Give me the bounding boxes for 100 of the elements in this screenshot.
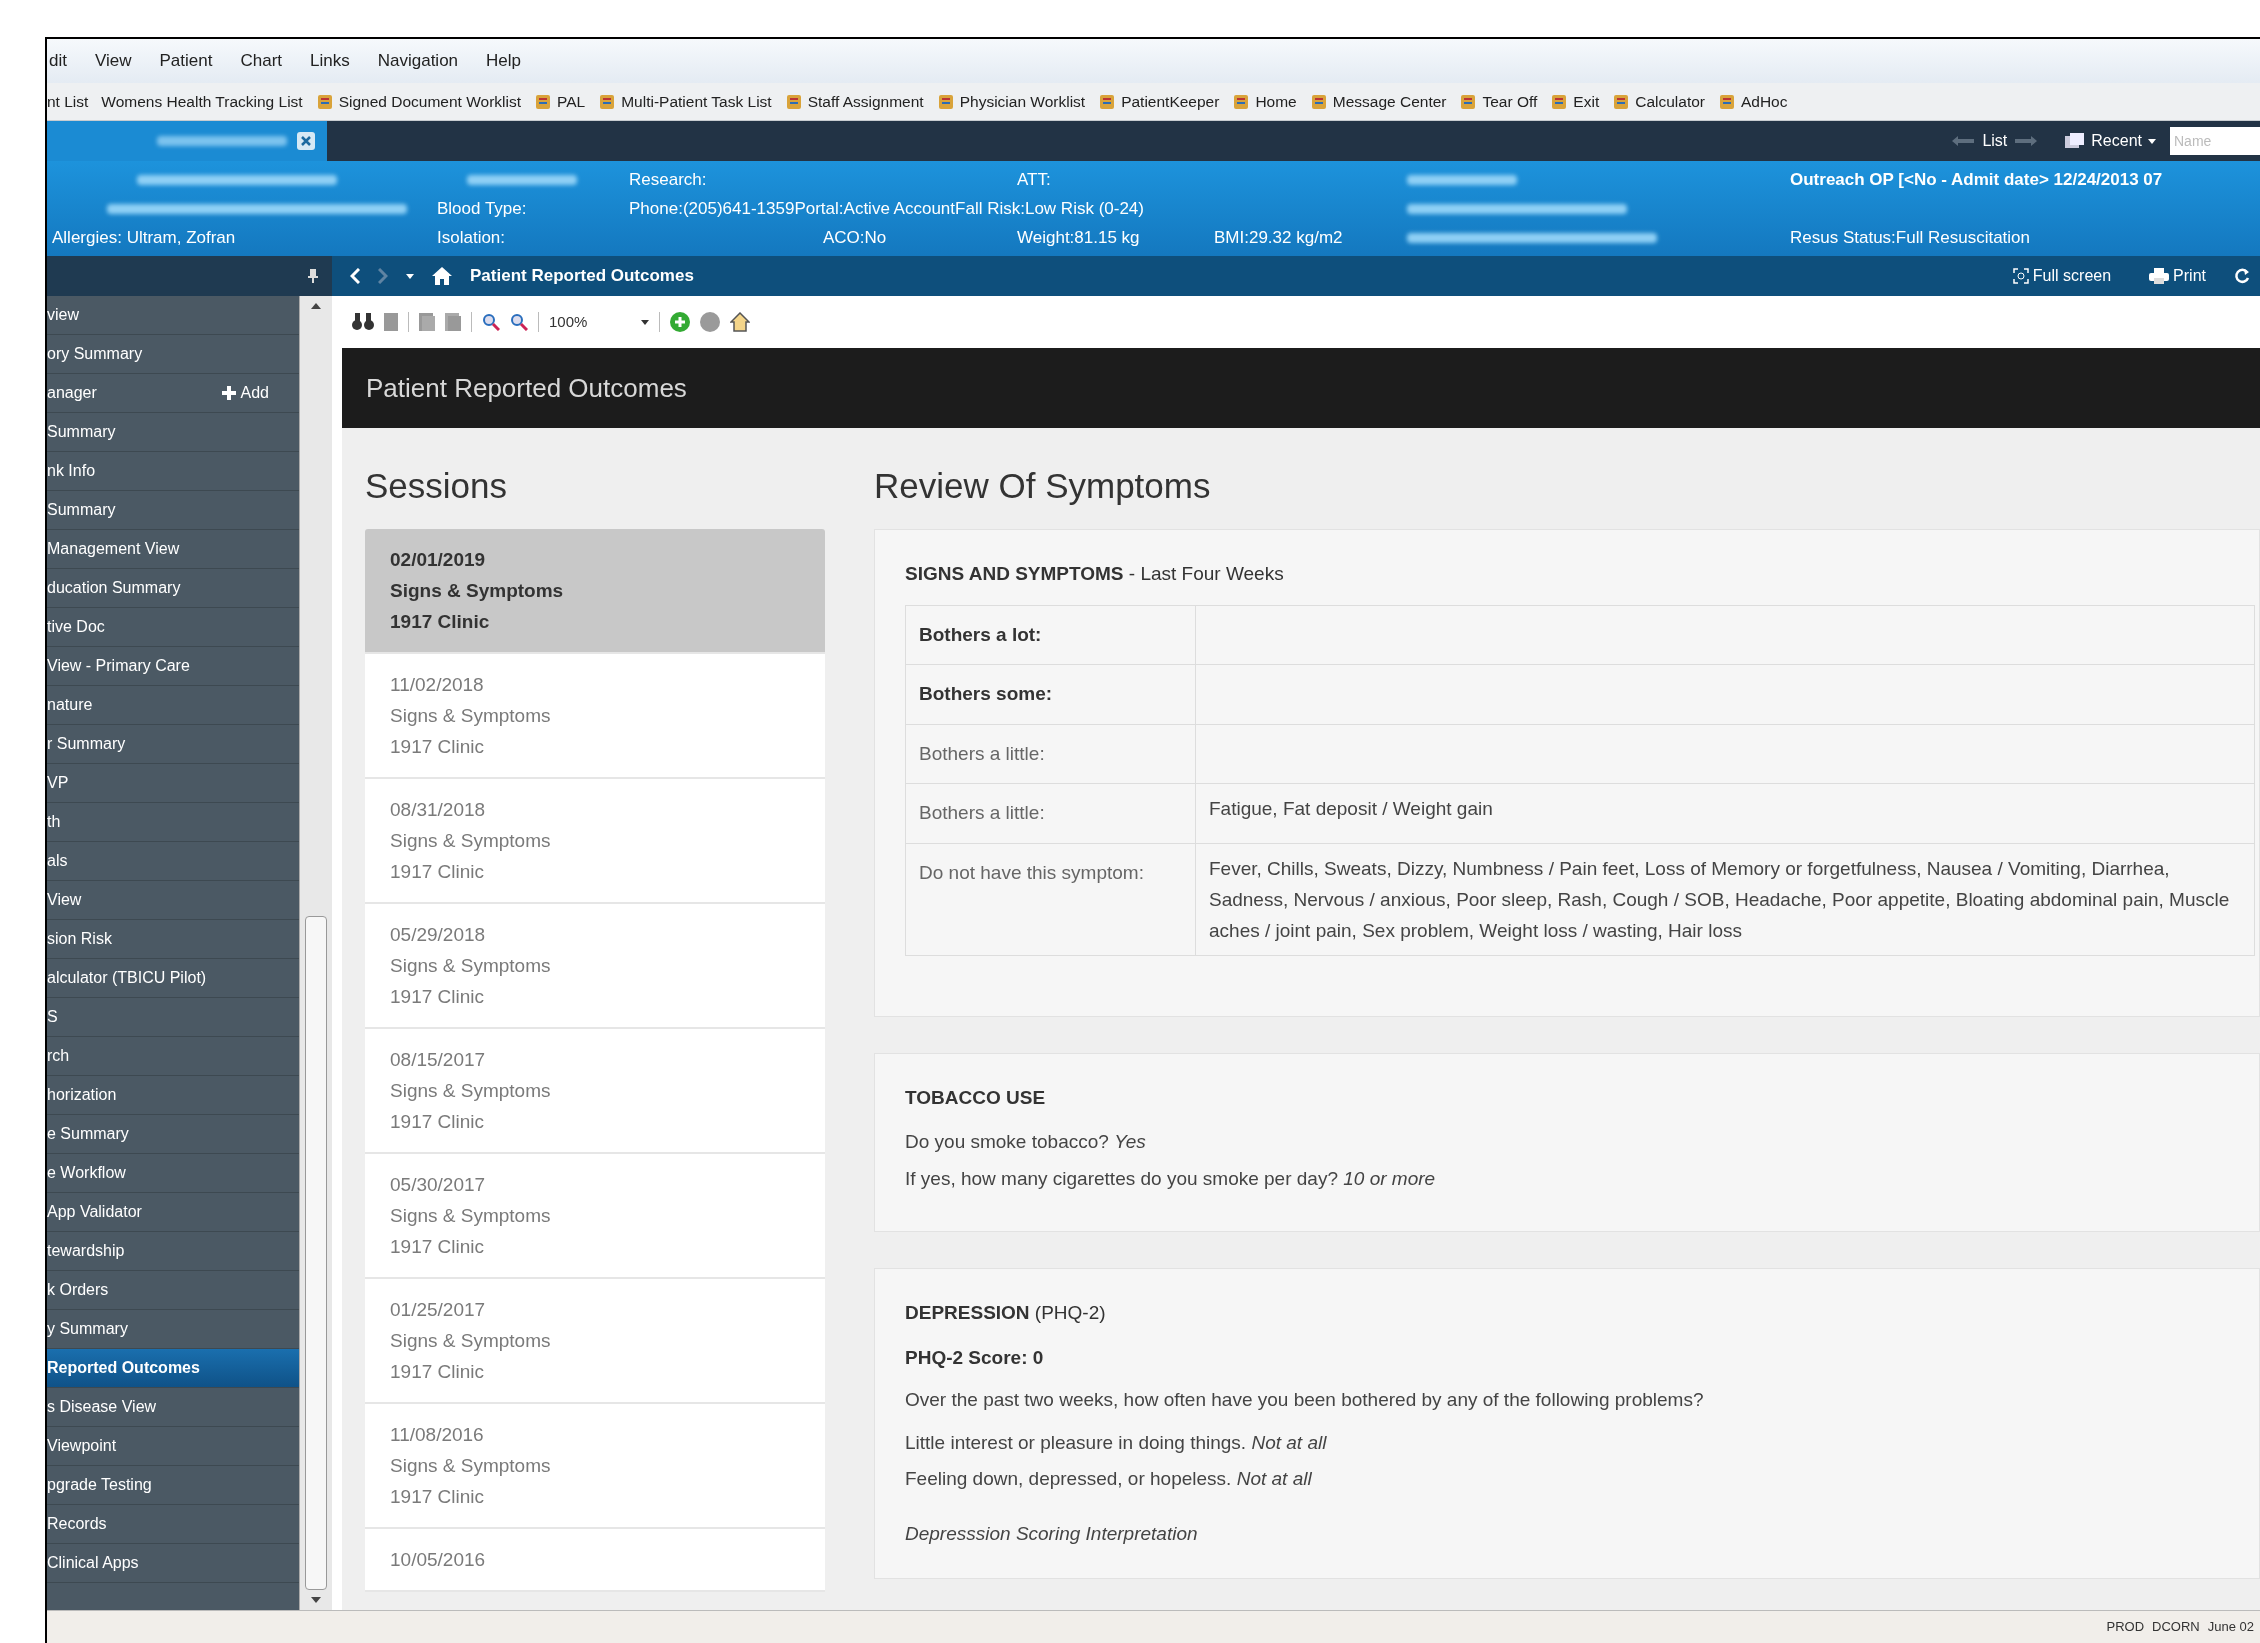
sidebar-item[interactable]: App Validator bbox=[47, 1200, 289, 1224]
folders-icon[interactable] bbox=[2065, 133, 2086, 149]
refresh-icon[interactable] bbox=[2234, 268, 2250, 284]
sidebar-item[interactable]: nk Info bbox=[47, 459, 289, 483]
sidebar-item[interactable]: Viewpoint bbox=[47, 1434, 289, 1458]
toolbar-link[interactable]: Tear Off bbox=[1482, 89, 1538, 114]
toolbar-link[interactable]: nt List bbox=[47, 89, 89, 114]
session-item[interactable]: 01/25/2017 Signs & Symptoms 1917 Clinic bbox=[365, 1279, 825, 1404]
toolbar-link[interactable]: Multi-Patient Task List bbox=[621, 89, 772, 114]
toolbar-link[interactable]: Signed Document Worklist bbox=[338, 89, 521, 114]
menu-item[interactable]: Navigation bbox=[377, 48, 459, 74]
house-icon[interactable] bbox=[730, 312, 750, 332]
document-icon[interactable] bbox=[1612, 92, 1631, 111]
sidebar-item[interactable]: View bbox=[47, 888, 289, 912]
sidebar-item[interactable]: view bbox=[47, 303, 289, 327]
sidebar-item[interactable]: alculator (TBICU Pilot) bbox=[47, 966, 289, 990]
recent-button[interactable]: Recent bbox=[2091, 129, 2142, 153]
toolbar-link[interactable]: Staff Assignment bbox=[807, 89, 924, 114]
toolbar-link[interactable]: Womens Health Tracking List bbox=[101, 89, 303, 114]
sidebar-item[interactable]: tive Doc bbox=[47, 615, 289, 639]
circle-icon[interactable] bbox=[700, 312, 720, 332]
document-icon[interactable] bbox=[1098, 92, 1117, 111]
scroll-up-icon[interactable] bbox=[311, 303, 321, 309]
menu-item[interactable]: dit bbox=[49, 48, 67, 74]
session-item[interactable]: 08/31/2018 Signs & Symptoms 1917 Clinic bbox=[365, 779, 825, 904]
sidebar-item[interactable]: sion Risk bbox=[47, 927, 289, 951]
sidebar-item[interactable]: pgrade Testing bbox=[47, 1473, 289, 1497]
zoom-out-icon[interactable] bbox=[482, 313, 500, 331]
sidebar-item[interactable]: Clinical Apps bbox=[47, 1551, 289, 1575]
scroll-down-icon[interactable] bbox=[311, 1597, 321, 1603]
document-icon[interactable] bbox=[784, 92, 803, 111]
full-screen-button[interactable]: Full screen bbox=[2012, 264, 2112, 288]
sidebar-item[interactable]: View - Primary Care bbox=[47, 654, 289, 678]
print-button[interactable]: Print bbox=[2149, 264, 2206, 288]
pin-icon[interactable] bbox=[308, 269, 318, 283]
menu-item[interactable]: Help bbox=[486, 48, 521, 74]
sidebar-item[interactable]: s Disease View bbox=[47, 1395, 289, 1419]
name-search-field[interactable]: Name bbox=[2170, 127, 2260, 155]
document-icon[interactable] bbox=[1459, 92, 1478, 111]
back-arrow-icon[interactable] bbox=[1952, 136, 1975, 146]
session-item[interactable]: 10/05/2016 bbox=[365, 1529, 825, 1592]
add-button[interactable]: Add bbox=[221, 381, 269, 405]
document-icon[interactable] bbox=[1717, 92, 1736, 111]
document-icon[interactable] bbox=[1550, 92, 1569, 111]
scrollbar-thumb[interactable] bbox=[305, 916, 327, 1590]
sidebar-item[interactable]: horization bbox=[47, 1083, 289, 1107]
session-item[interactable]: 05/30/2017 Signs & Symptoms 1917 Clinic bbox=[365, 1154, 825, 1279]
session-item[interactable]: 05/29/2018 Signs & Symptoms 1917 Clinic bbox=[365, 904, 825, 1029]
document-icon[interactable] bbox=[598, 92, 617, 111]
toolbar-link[interactable]: Message Center bbox=[1332, 89, 1447, 114]
sidebar-item[interactable]: e Summary bbox=[47, 1122, 289, 1146]
session-item[interactable]: 08/15/2017 Signs & Symptoms 1917 Clinic bbox=[365, 1029, 825, 1154]
sidebar-item[interactable]: als bbox=[47, 849, 289, 873]
scrollbar[interactable] bbox=[299, 296, 332, 1610]
sidebar-item[interactable]: S bbox=[47, 1005, 289, 1029]
document-icon[interactable] bbox=[1232, 92, 1251, 111]
caret-down-icon[interactable] bbox=[2148, 138, 2156, 144]
document-icon[interactable] bbox=[534, 92, 552, 111]
menu-item[interactable]: Links bbox=[310, 48, 350, 74]
sidebar-item[interactable]: rch bbox=[47, 1044, 289, 1068]
session-item[interactable]: 11/08/2016 Signs & Symptoms 1917 Clinic bbox=[365, 1404, 825, 1529]
toolbar-link[interactable]: PAL bbox=[557, 89, 586, 114]
toolbar-link[interactable]: Physician Worklist bbox=[959, 89, 1086, 114]
caret-down-icon[interactable] bbox=[406, 273, 414, 279]
sidebar-item[interactable]: y Summary bbox=[47, 1317, 289, 1341]
toolbar-link[interactable]: AdHoc bbox=[1740, 89, 1788, 114]
zoom-in-icon[interactable] bbox=[510, 313, 528, 331]
close-icon[interactable] bbox=[297, 132, 315, 150]
sidebar-item[interactable]: VP bbox=[47, 771, 289, 795]
toolbar-link[interactable]: Calculator bbox=[1635, 89, 1705, 114]
document-icon[interactable] bbox=[936, 92, 955, 111]
session-item[interactable]: 11/02/2018 Signs & Symptoms 1917 Clinic bbox=[365, 654, 825, 779]
sidebar-item[interactable]: tewardship bbox=[47, 1239, 289, 1263]
sidebar-item[interactable]: Summary bbox=[47, 420, 289, 444]
back-icon[interactable] bbox=[350, 268, 360, 284]
sidebar-item[interactable]: r Summary bbox=[47, 732, 289, 756]
sidebar-item[interactable]: nature bbox=[47, 693, 289, 717]
toolbar-link[interactable]: PatientKeeper bbox=[1121, 89, 1220, 114]
zoom-dropdown[interactable]: 100% bbox=[549, 310, 649, 334]
toolbar-link[interactable]: Home bbox=[1255, 89, 1297, 114]
sidebar-item[interactable]: ducation Summary bbox=[47, 576, 289, 600]
sidebar-item[interactable]: Summary bbox=[47, 498, 289, 522]
document-icon[interactable] bbox=[1309, 92, 1328, 111]
home-icon[interactable] bbox=[432, 267, 452, 285]
session-item[interactable]: 02/01/2019 Signs & Symptoms 1917 Clinic bbox=[365, 529, 825, 654]
sidebar-item[interactable]: anager bbox=[47, 381, 222, 405]
toolbar-link[interactable]: Exit bbox=[1573, 89, 1600, 114]
document-icon[interactable] bbox=[315, 92, 334, 111]
list-button[interactable]: List bbox=[1982, 129, 2008, 153]
patient-tab[interactable] bbox=[47, 121, 327, 161]
sidebar-item[interactable]: k Orders bbox=[47, 1278, 289, 1302]
sidebar-item[interactable]: Records bbox=[47, 1512, 289, 1536]
forward-arrow-icon[interactable] bbox=[2015, 136, 2038, 146]
menu-item[interactable]: Patient bbox=[159, 48, 213, 74]
sidebar-item[interactable]: ory Summary bbox=[47, 342, 289, 366]
menu-item[interactable]: View bbox=[94, 48, 132, 74]
menu-item[interactable]: Chart bbox=[240, 48, 283, 74]
binoculars-icon[interactable] bbox=[352, 313, 374, 331]
sidebar-item[interactable]: Management View bbox=[47, 537, 289, 561]
sidebar-item[interactable]: th bbox=[47, 810, 289, 834]
